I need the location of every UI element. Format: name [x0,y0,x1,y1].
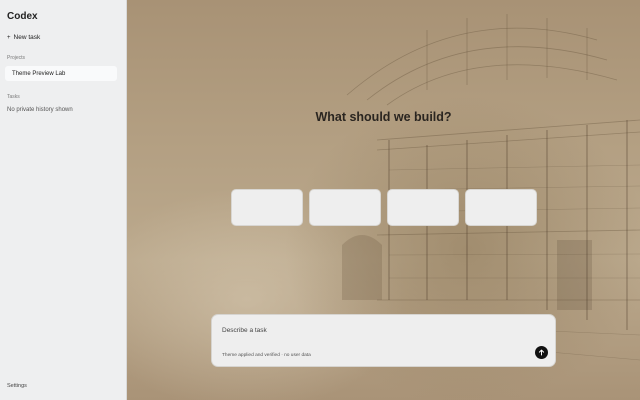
new-task-button[interactable]: + New task [7,34,40,41]
projects-heading: Projects [7,55,26,61]
arrow-up-icon [538,349,545,356]
page-title: What should we build? [315,110,452,124]
suggestion-card[interactable] [465,189,537,226]
task-input[interactable] [222,325,522,335]
tasks-empty-message: No private history shown [7,107,73,113]
send-button[interactable] [535,346,548,359]
sidebar: Codex + New task Projects Theme Preview … [0,0,127,400]
settings-link[interactable]: Settings [7,383,27,389]
suggestion-card[interactable] [309,189,381,226]
app-name: Codex [7,11,38,22]
app-window: Codex + New task Projects Theme Preview … [0,0,640,400]
suggestion-cards [231,189,537,226]
suggestion-card[interactable] [231,189,303,226]
plus-icon: + [7,34,11,41]
tasks-heading: Tasks [7,94,20,100]
theme-status-text: Theme applied and verified · no user dat… [222,353,311,358]
suggestion-card[interactable] [387,189,459,226]
new-task-label: New task [13,34,41,41]
task-composer: Theme applied and verified · no user dat… [211,314,556,367]
sidebar-item-theme-preview-lab[interactable]: Theme Preview Lab [5,66,117,81]
main-panel: What should we build? Theme applied and … [127,0,640,400]
